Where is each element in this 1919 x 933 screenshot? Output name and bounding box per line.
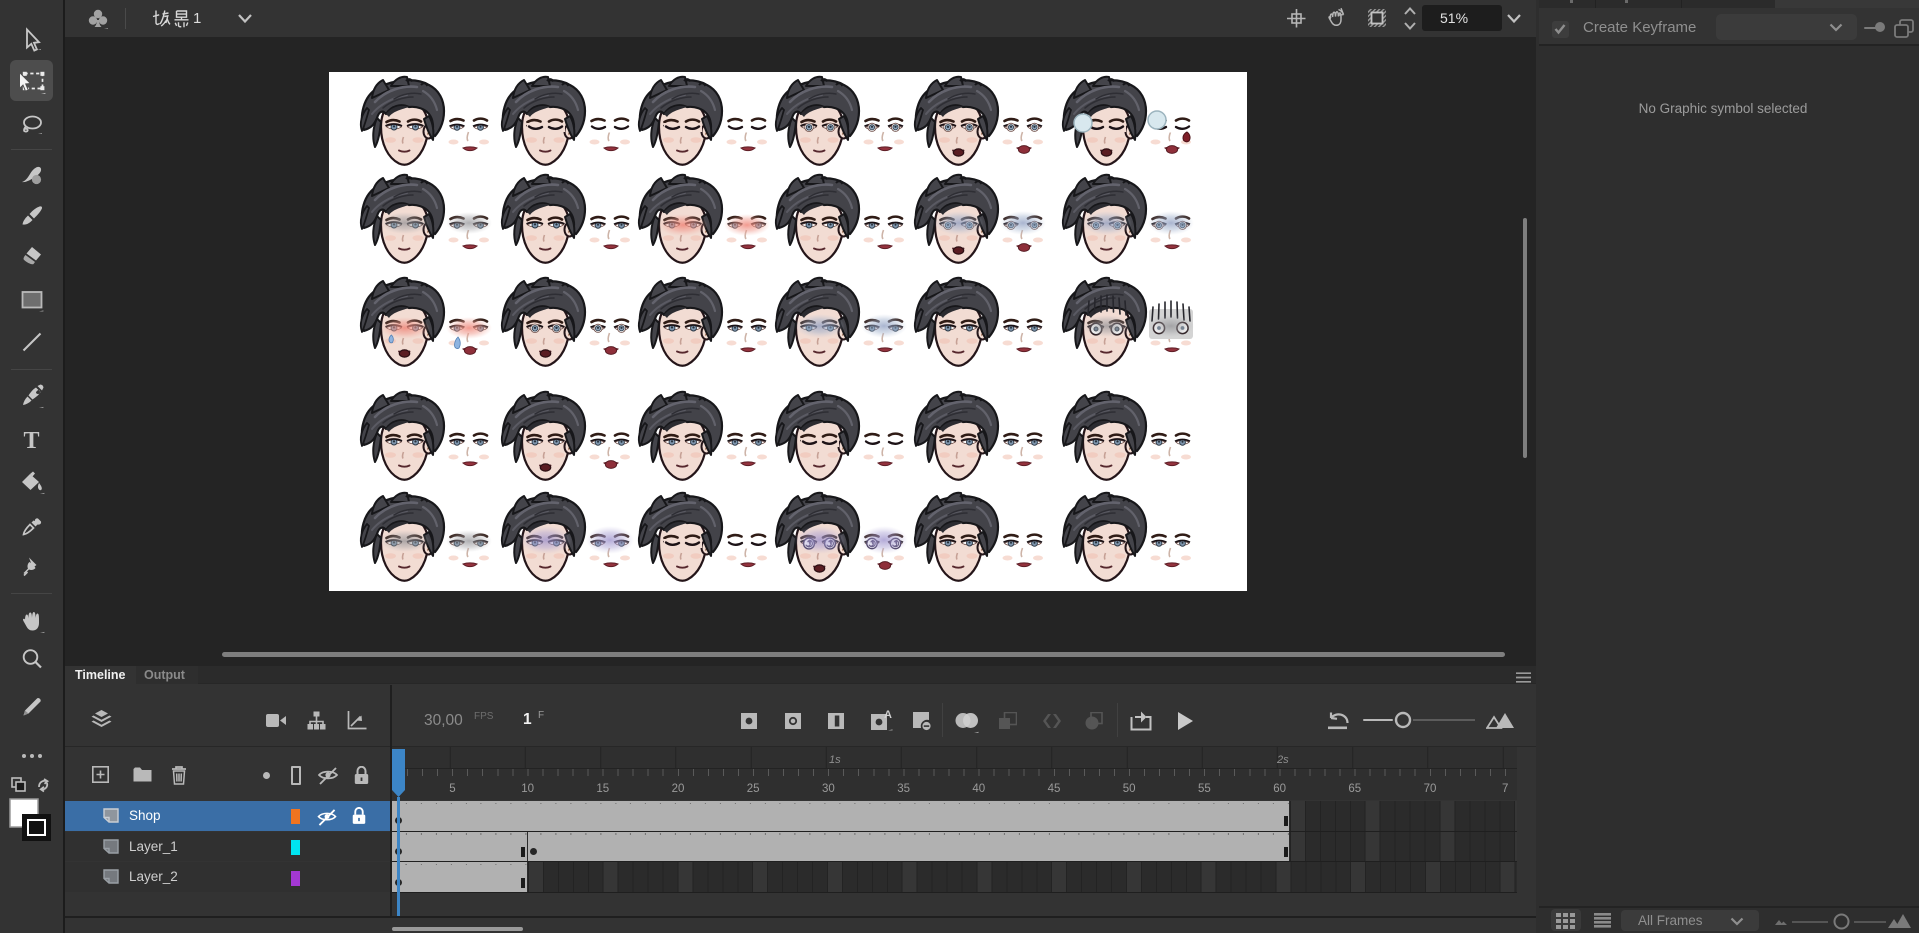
svg-text:A: A	[884, 709, 892, 721]
